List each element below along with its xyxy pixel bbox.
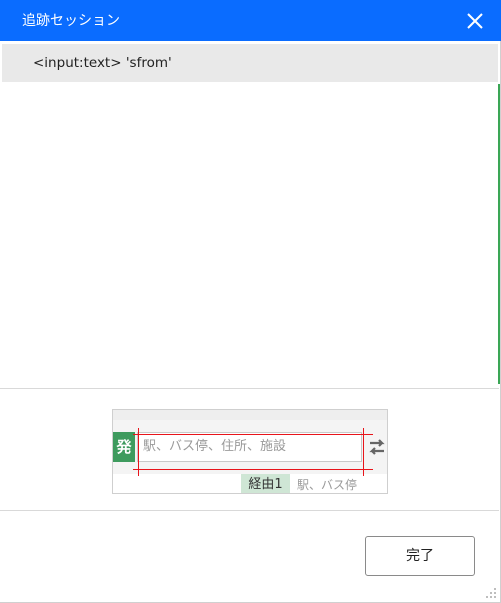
selector-list-item[interactable]: <input:text> 'sfrom' [2,44,498,82]
close-button[interactable] [462,8,488,34]
via-row-preview: 経由1 駅、バス停 [113,474,387,493]
dialog-title: 追跡セッション [22,13,120,29]
resize-grip-icon[interactable] [485,587,497,599]
element-preview-image: 発 駅、バス停、住所、施設 経由1 駅、バス停 [112,409,388,494]
dialog-titlebar: 追跡セッション [0,0,501,41]
via-label: 経由1 [241,474,290,493]
highlight-line-left [138,428,139,476]
done-button[interactable]: 完了 [365,536,475,576]
close-icon [467,13,483,29]
departure-input-preview: 駅、バス停、住所、施設 [137,432,362,462]
via-placeholder: 駅、バス停 [297,478,358,492]
selector-text: <input:text> 'sfrom' [33,55,172,71]
departure-placeholder: 駅、バス停、住所、施設 [143,439,287,454]
departure-label: 発 [113,432,135,462]
highlight-line-bottom [133,469,373,470]
background-window-edge [498,84,500,384]
swap-arrows-icon [369,439,385,455]
highlight-line-right [363,428,364,476]
highlight-line-top [133,434,373,435]
tracking-session-dialog: 追跡セッション <input:text> 'sfrom' 発 駅、バス停、住所、… [0,0,501,603]
preview-top-strip [113,410,387,420]
divider [0,510,499,511]
divider [0,388,499,389]
